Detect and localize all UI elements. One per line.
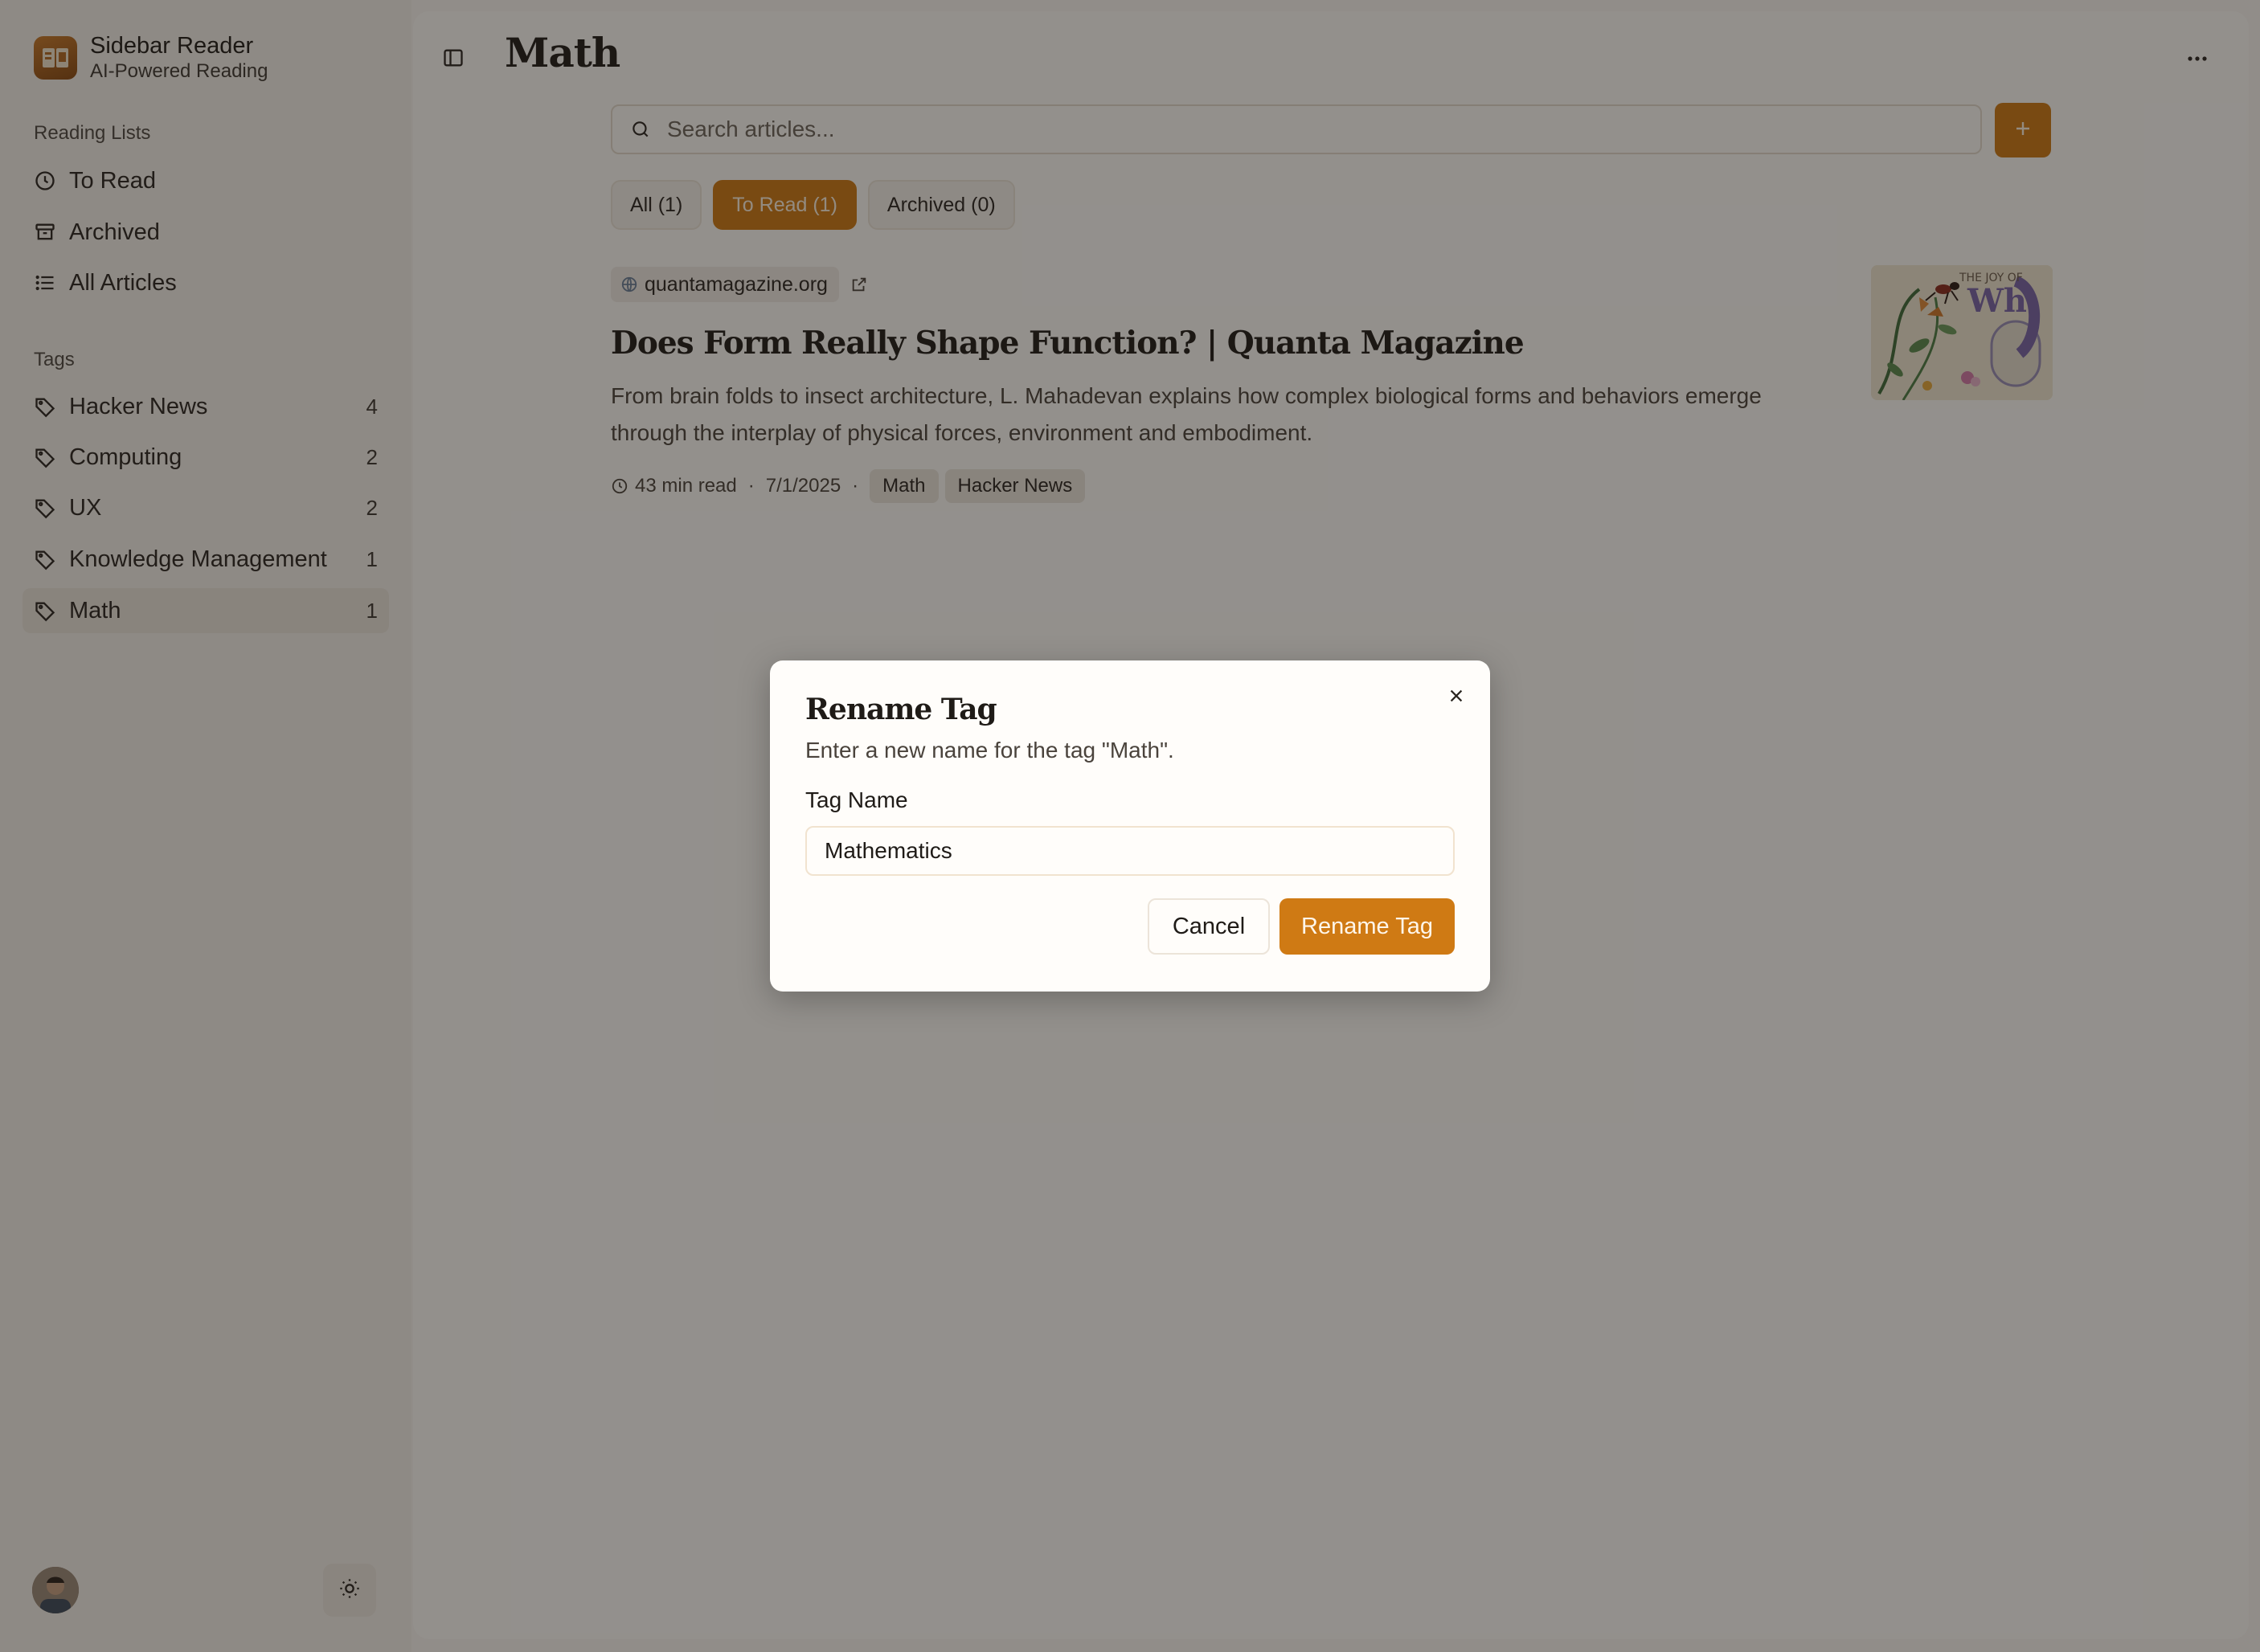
tag-name-input[interactable] <box>805 826 1455 876</box>
tag-name-label: Tag Name <box>805 787 908 812</box>
close-dialog-button[interactable] <box>1440 681 1472 714</box>
cancel-button[interactable]: Cancel <box>1148 898 1270 955</box>
rename-tag-button[interactable]: Rename Tag <box>1279 898 1455 955</box>
dialog-title: Rename Tag <box>805 693 997 726</box>
rename-tag-dialog: Rename Tag Enter a new name for the tag … <box>770 660 1490 992</box>
dialog-description: Enter a new name for the tag "Math". <box>805 738 1174 763</box>
close-icon <box>1447 687 1465 709</box>
